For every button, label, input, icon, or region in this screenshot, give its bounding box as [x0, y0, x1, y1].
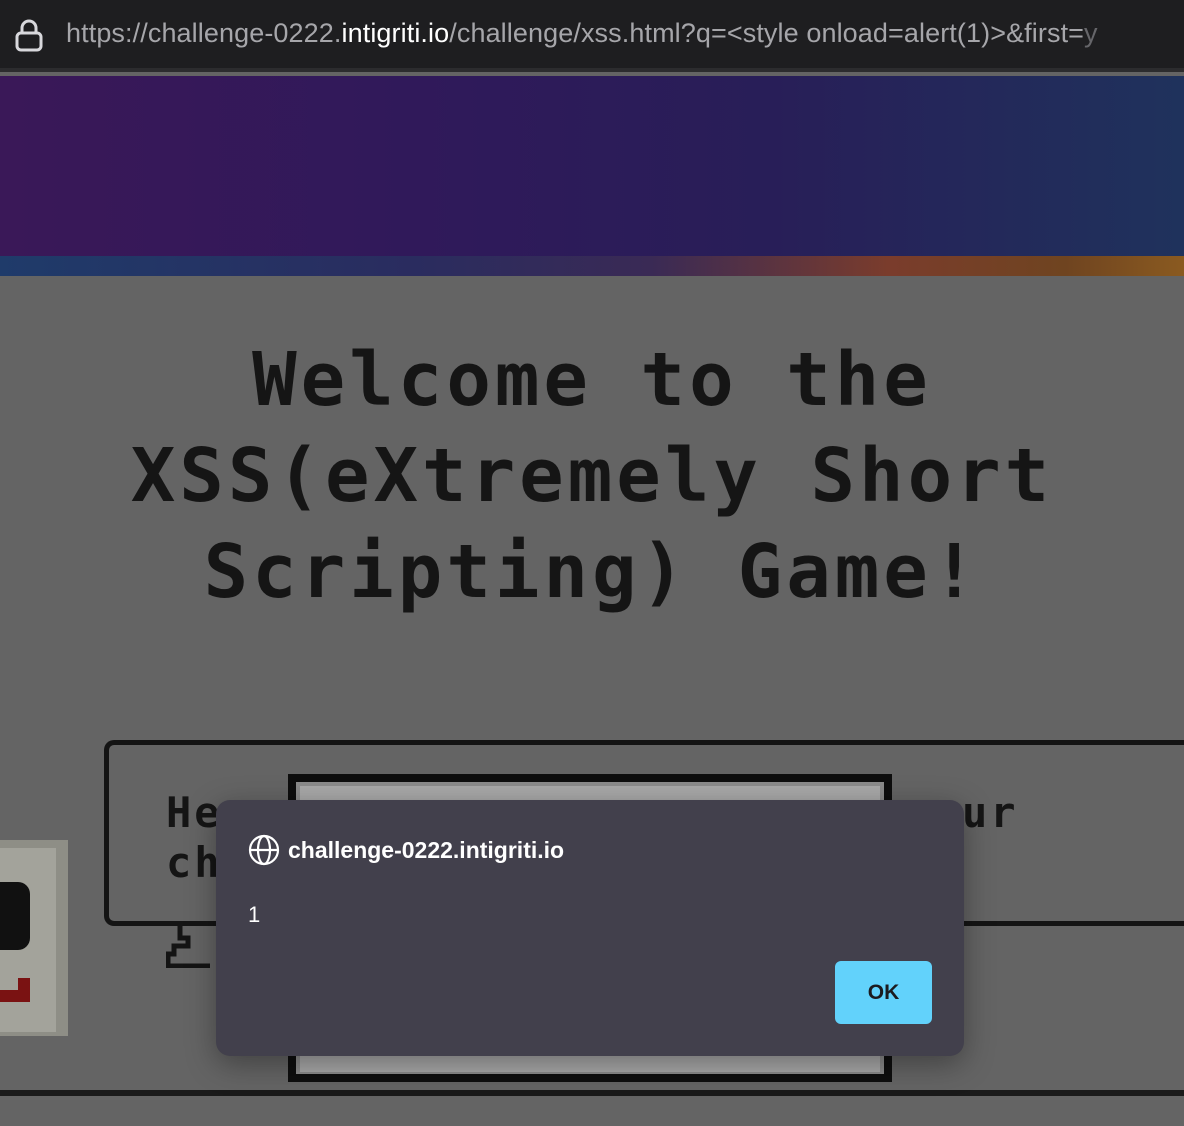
- alert-dialog: challenge-0222.intigriti.io 1 OK: [216, 800, 964, 1056]
- header-banner: [0, 76, 1184, 276]
- sprite-mouth-base: [0, 990, 30, 1002]
- ok-button[interactable]: OK: [835, 961, 932, 1024]
- url-text[interactable]: https://challenge-0222.intigriti.io/chal…: [66, 18, 1098, 49]
- banner-stripe: [0, 256, 1184, 276]
- title-line-2: XSS(eXtremely Short: [130, 433, 1054, 519]
- bubble-text-right: ur: [962, 788, 1019, 837]
- title-line-3: Scripting) Game!: [203, 529, 981, 615]
- dialog-origin: challenge-0222.intigriti.io: [248, 834, 564, 866]
- dialog-message: 1: [248, 902, 261, 927]
- address-bar[interactable]: https://challenge-0222.intigriti.io/chal…: [0, 0, 1184, 72]
- dialog-origin-text: challenge-0222.intigriti.io: [288, 836, 565, 863]
- url-host: intigriti.io: [341, 18, 450, 48]
- bubble-line-2: ch: [166, 838, 223, 887]
- page-title: Welcome to the XSS(eXtremely Short Scrip…: [0, 332, 1184, 620]
- globe-icon: [248, 834, 280, 866]
- sprite-eye: [0, 882, 30, 950]
- title-line-1: Welcome to the: [252, 337, 932, 423]
- url-prefix: https://challenge-0222.: [66, 18, 342, 48]
- input-highlight-bottom: [300, 1056, 880, 1072]
- bubble-text-left: He ch: [166, 788, 223, 888]
- lock-icon[interactable]: [14, 18, 44, 52]
- url-tail: y: [1084, 18, 1098, 48]
- character-sprite: [0, 840, 68, 1036]
- bubble-line-1: He: [166, 788, 223, 837]
- speech-bubble-tail: [166, 926, 210, 968]
- url-path: /challenge/xss.html?q=<style onload=aler…: [449, 18, 1085, 48]
- divider: [0, 1090, 1184, 1096]
